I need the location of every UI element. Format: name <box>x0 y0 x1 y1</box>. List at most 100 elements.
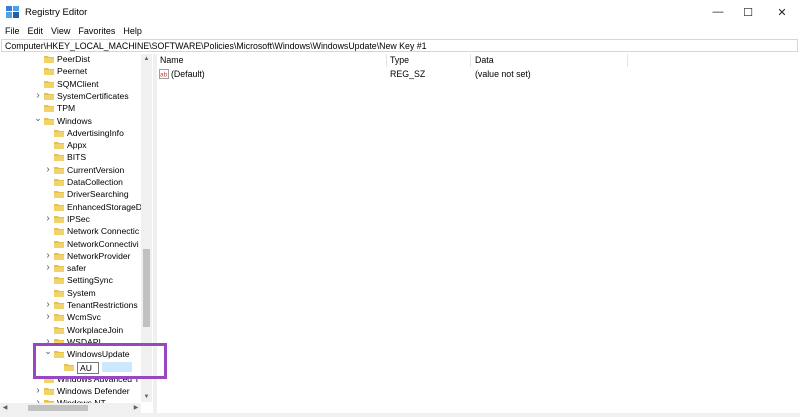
tree-item[interactable]: › CurrentVersion <box>0 164 152 176</box>
menu-file[interactable]: File <box>0 24 24 39</box>
close-button[interactable]: ✕ <box>766 0 798 24</box>
menu-edit[interactable]: Edit <box>24 24 48 39</box>
tree-item-label: IPSec <box>67 213 90 224</box>
tree-item-label: AdvertisingInfo <box>67 127 124 138</box>
tree-item-label: NetworkProvider <box>67 250 131 261</box>
menu-bar: File Edit View Favorites Help <box>0 24 800 39</box>
tree-horizontal-scrollbar[interactable]: ◀ ▶ <box>0 403 141 413</box>
title-bar: Registry Editor — ☐ ✕ <box>0 0 800 24</box>
chevron-right-icon[interactable]: › <box>44 262 52 274</box>
tree-item[interactable]: DriverSearching <box>0 188 152 200</box>
tree-item-label: BITS <box>67 152 87 163</box>
tree-item[interactable]: SettingSync <box>0 274 152 286</box>
tree-item-label: CurrentVersion <box>67 164 125 175</box>
folder-icon <box>44 388 54 396</box>
tree-item-label: TPM <box>57 103 76 114</box>
tree-item[interactable]: › Windows Defender <box>0 385 152 397</box>
chevron-right-icon[interactable]: › <box>34 385 42 397</box>
menu-help[interactable]: Help <box>119 24 146 39</box>
folder-icon <box>54 179 64 186</box>
minimize-button[interactable]: — <box>702 0 734 24</box>
folder-icon <box>54 129 64 137</box>
tree-item[interactable]: › WcmSvc <box>0 311 152 323</box>
tree-item[interactable]: PeerDist <box>0 54 152 65</box>
menu-view[interactable]: View <box>47 24 74 39</box>
folder-icon <box>54 302 64 309</box>
tree-item[interactable]: TPM <box>0 102 152 114</box>
tree-item-label: System <box>67 287 96 298</box>
folder-icon <box>54 166 64 174</box>
folder-icon <box>54 314 64 322</box>
column-header-name[interactable]: Name <box>160 55 183 65</box>
column-divider[interactable] <box>470 54 471 67</box>
folder-icon <box>54 289 64 297</box>
tree-item-label: Appx <box>67 140 87 151</box>
folder-icon <box>54 240 64 248</box>
chevron-right-icon[interactable]: › <box>44 311 52 323</box>
tree-item[interactable]: SQMClient <box>0 78 152 90</box>
value-name: (Default) <box>171 69 205 79</box>
address-bar[interactable]: Computer\HKEY_LOCAL_MACHINE\SOFTWARE\Pol… <box>1 39 798 52</box>
tree-item[interactable]: › IPSec <box>0 213 152 225</box>
tree-item[interactable]: Appx <box>0 139 152 151</box>
value-type: REG_SZ <box>390 69 426 79</box>
tree-item[interactable]: › safer <box>0 262 152 274</box>
tree-item[interactable]: BITS <box>0 151 152 163</box>
tree-item-label: SettingSync <box>67 275 113 286</box>
tree-item[interactable]: DataCollection <box>0 176 152 188</box>
maximize-icon: ☐ <box>743 6 753 19</box>
chevron-right-icon[interactable]: › <box>44 213 52 225</box>
tree-item[interactable]: AdvertisingInfo <box>0 127 152 139</box>
tree-item-label: Network Connectic <box>67 226 140 237</box>
tree-item-label: DriverSearching <box>67 189 129 200</box>
scroll-left-icon[interactable]: ◀ <box>0 403 10 413</box>
tree-item[interactable]: Peernet <box>0 65 152 77</box>
scroll-up-icon[interactable]: ▲ <box>141 54 152 64</box>
tree-item-label: NetworkConnectivi <box>67 238 139 249</box>
chevron-right-icon[interactable]: › <box>44 164 52 176</box>
close-icon: ✕ <box>777 6 787 19</box>
tree-item[interactable]: EnhancedStorageD <box>0 201 152 213</box>
scroll-thumb-horizontal[interactable] <box>28 405 88 411</box>
chevron-right-icon[interactable]: › <box>44 299 52 311</box>
tree-item[interactable]: System <box>0 287 152 299</box>
tree-item[interactable]: Network Connectic <box>0 225 152 237</box>
tree-item[interactable]: › SystemCertificates <box>0 90 152 102</box>
column-divider[interactable] <box>627 54 628 67</box>
folder-icon <box>54 277 64 285</box>
window-title: Registry Editor <box>25 7 88 18</box>
tree-item[interactable]: NetworkConnectivi <box>0 238 152 250</box>
tree-item-label: SQMClient <box>57 78 99 89</box>
tree-item[interactable]: › NetworkProvider <box>0 250 152 262</box>
bottom-edge <box>0 413 800 417</box>
maximize-button[interactable]: ☐ <box>732 0 764 24</box>
chevron-right-icon[interactable]: › <box>44 250 52 262</box>
tree-item-label: Peernet <box>57 66 88 77</box>
column-divider[interactable] <box>386 54 387 67</box>
column-header-data[interactable]: Data <box>475 55 494 65</box>
menu-favorites[interactable]: Favorites <box>74 24 119 39</box>
scroll-down-icon[interactable]: ▼ <box>141 392 152 402</box>
tree-item[interactable]: › TenantRestrictions <box>0 299 152 311</box>
folder-icon <box>44 105 54 113</box>
tree-item[interactable]: ⌄ Windows <box>0 113 152 127</box>
column-header-type[interactable]: Type <box>390 55 409 65</box>
folder-icon <box>44 92 54 100</box>
tree-item-label: WcmSvc <box>67 312 101 323</box>
scroll-right-icon[interactable]: ▶ <box>131 403 141 413</box>
value-data: (value not set) <box>475 69 531 79</box>
scroll-thumb[interactable] <box>143 249 150 327</box>
folder-icon <box>54 191 64 199</box>
chevron-down-icon[interactable]: ⌄ <box>34 113 42 127</box>
values-list: Name Type Data ab (Default) REG_SZ (valu… <box>157 54 798 413</box>
tree-item-label: SystemCertificates <box>57 90 129 101</box>
value-row[interactable]: ab (Default) REG_SZ (value not set) <box>157 68 798 81</box>
tree-item[interactable]: WorkplaceJoin <box>0 324 152 336</box>
chevron-right-icon[interactable]: › <box>34 90 42 102</box>
